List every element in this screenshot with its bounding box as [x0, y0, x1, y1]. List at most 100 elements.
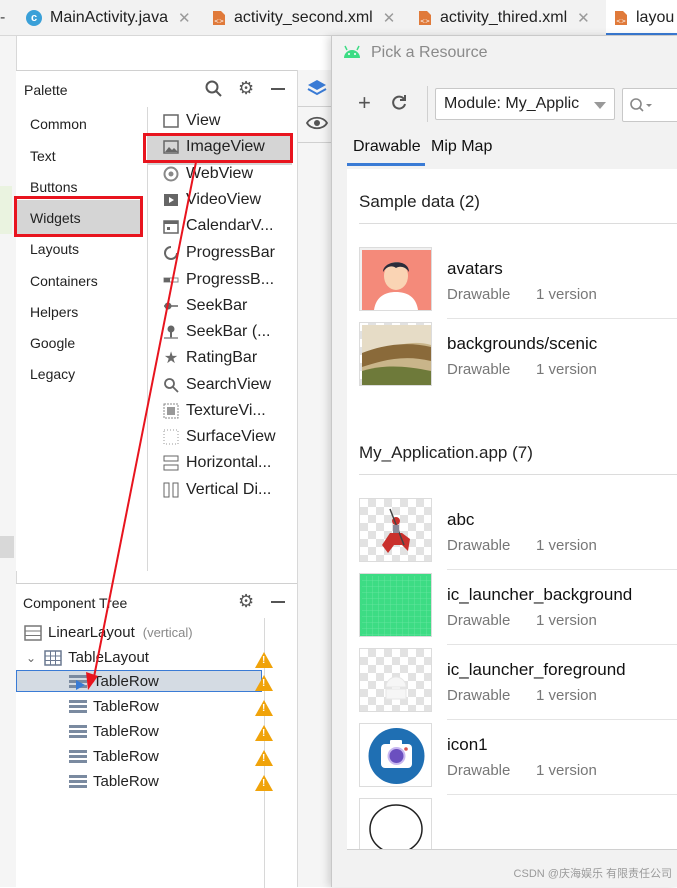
camera-app-image — [368, 728, 425, 784]
resource-item[interactable]: backgrounds/scenic Drawable 1 version — [359, 322, 677, 394]
palette-title: Palette — [24, 82, 68, 98]
resource-item[interactable]: icon1 Drawable 1 version — [359, 723, 677, 795]
section-divider — [359, 474, 677, 475]
surface-icon — [162, 429, 180, 445]
eye-icon[interactable] — [306, 116, 328, 130]
toolbar-divider — [298, 142, 334, 143]
widget-surfaceview[interactable]: SurfaceView — [162, 428, 276, 446]
widget-progressbar[interactable]: ProgressBar — [162, 244, 275, 262]
module-dropdown[interactable]: Module: My_Applic — [435, 88, 615, 120]
minimize-icon[interactable] — [271, 88, 285, 90]
widget-textureview[interactable]: TextureVi... — [162, 402, 266, 420]
resource-type: Drawable — [447, 537, 511, 554]
resource-search-input[interactable] — [622, 88, 677, 122]
tab-mipmap[interactable]: Mip Map — [431, 138, 492, 156]
gear-icon[interactable]: ⚙ — [238, 591, 254, 612]
section-divider — [359, 223, 677, 224]
warning-icon[interactable]: ! — [255, 700, 273, 716]
add-icon[interactable]: + — [358, 90, 371, 116]
warning-icon[interactable]: ! — [255, 725, 273, 741]
widget-progressbar-horizontal[interactable]: ProgressB... — [162, 271, 274, 289]
dialog-title: Pick a Resource — [371, 44, 488, 61]
tree-node-tablelayout[interactable]: ⌄ TableLayout — [26, 649, 149, 666]
item-divider — [447, 644, 677, 645]
tab-main-activity[interactable]: c MainActivity.java ✕ — [26, 0, 191, 35]
resource-item[interactable]: abc Drawable 1 version — [359, 498, 677, 570]
widget-seekbar[interactable]: SeekBar — [162, 297, 247, 315]
category-buttons[interactable]: Buttons — [30, 179, 77, 195]
watermark-text: CSDN @庆海娱乐 有限责任公司 — [513, 868, 672, 880]
widget-horizontal-divider[interactable]: Horizontal... — [162, 454, 271, 472]
widget-webview[interactable]: WebView — [162, 165, 253, 183]
resource-name: abc — [447, 510, 475, 529]
knight-image — [382, 508, 410, 553]
resource-item[interactable]: avatars Drawable 1 version — [359, 247, 677, 319]
close-icon[interactable]: ✕ — [178, 9, 191, 27]
table-row-icon — [69, 699, 87, 714]
resource-item[interactable]: ic_launcher_foreground Drawable 1 versio… — [359, 648, 677, 720]
resource-version: 1 version — [536, 537, 597, 554]
close-icon[interactable]: ✕ — [577, 9, 590, 27]
view-icon — [162, 113, 180, 129]
resource-version: 1 version — [536, 286, 597, 303]
widget-view[interactable]: View — [162, 112, 220, 130]
layers-icon[interactable] — [306, 78, 328, 98]
category-containers[interactable]: Containers — [30, 273, 98, 289]
widget-videoview[interactable]: VideoView — [162, 191, 261, 209]
resource-item[interactable]: ic_launcher_background Drawable 1 versio… — [359, 573, 677, 645]
gear-icon[interactable]: ⚙ — [238, 78, 254, 99]
tree-node-linearlayout[interactable]: LinearLayout (vertical) — [24, 624, 193, 641]
category-helpers[interactable]: Helpers — [30, 304, 78, 320]
category-text[interactable]: Text — [30, 148, 56, 164]
widget-ratingbar[interactable]: ★ RatingBar — [162, 349, 257, 367]
dropdown-arrow-icon — [594, 102, 606, 109]
avatar-thumbnail — [359, 247, 432, 311]
tree-node-tablerow[interactable]: TableRow — [69, 748, 159, 765]
warning-icon[interactable]: ! — [255, 652, 273, 668]
category-common[interactable]: Common — [30, 116, 87, 132]
resource-version: 1 version — [536, 361, 597, 378]
widget-seekbar-discrete[interactable]: SeekBar (... — [162, 323, 270, 341]
abc-thumbnail — [359, 498, 432, 562]
scenic-thumbnail — [359, 322, 432, 386]
warning-icon[interactable]: ! — [255, 675, 273, 691]
design-toolbar — [297, 70, 334, 887]
tab-layout[interactable]: <> layou — [606, 0, 677, 35]
tree-node-tablerow[interactable]: TableRow — [69, 723, 159, 740]
component-tree-panel: Component Tree ⚙ LinearLayout (vertical)… — [16, 583, 297, 888]
android-foreground-image — [385, 676, 407, 700]
resource-version: 1 version — [536, 762, 597, 779]
widget-searchview[interactable]: SearchView — [162, 376, 271, 394]
item-divider — [447, 569, 677, 570]
warning-icon[interactable]: ! — [255, 750, 273, 766]
chevron-down-icon[interactable]: ⌄ — [26, 651, 36, 665]
close-icon[interactable]: ✕ — [383, 9, 396, 27]
editor-tab-bar: - c MainActivity.java ✕ <> activity_seco… — [0, 0, 677, 36]
refresh-icon[interactable] — [390, 94, 408, 112]
widget-vertical-divider[interactable]: Vertical Di... — [162, 481, 271, 499]
tree-node-tablerow[interactable]: TableRow — [69, 698, 159, 715]
resource-name: ic_launcher_background — [447, 585, 633, 604]
category-google[interactable]: Google — [30, 335, 75, 351]
resource-item[interactable] — [359, 798, 677, 849]
xml-file-icon: <> — [614, 10, 628, 26]
resource-type: Drawable — [447, 361, 511, 378]
active-tab-indicator — [347, 163, 425, 166]
component-tree-title: Component Tree — [23, 595, 128, 611]
table-row-icon — [69, 774, 87, 789]
tab-activity-second[interactable]: <> activity_second.xml ✕ — [212, 0, 395, 35]
category-layouts[interactable]: Layouts — [30, 241, 79, 257]
tab-label: layou — [636, 8, 675, 26]
footer-divider — [347, 849, 677, 850]
widget-calendarview[interactable]: CalendarV... — [162, 217, 273, 235]
warning-icon[interactable]: ! — [255, 775, 273, 791]
tab-activity-thired[interactable]: <> activity_thired.xml ✕ — [418, 0, 590, 35]
tree-node-tablerow[interactable]: TableRow — [69, 773, 159, 790]
tree-node-tablerow[interactable]: TableRow — [69, 673, 159, 690]
minimize-icon[interactable] — [271, 601, 285, 603]
tab-drawable[interactable]: Drawable — [353, 138, 421, 156]
category-legacy[interactable]: Legacy — [30, 366, 75, 382]
tab-overflow[interactable]: - — [0, 0, 14, 35]
item-divider — [447, 318, 677, 319]
search-icon[interactable] — [205, 80, 223, 98]
